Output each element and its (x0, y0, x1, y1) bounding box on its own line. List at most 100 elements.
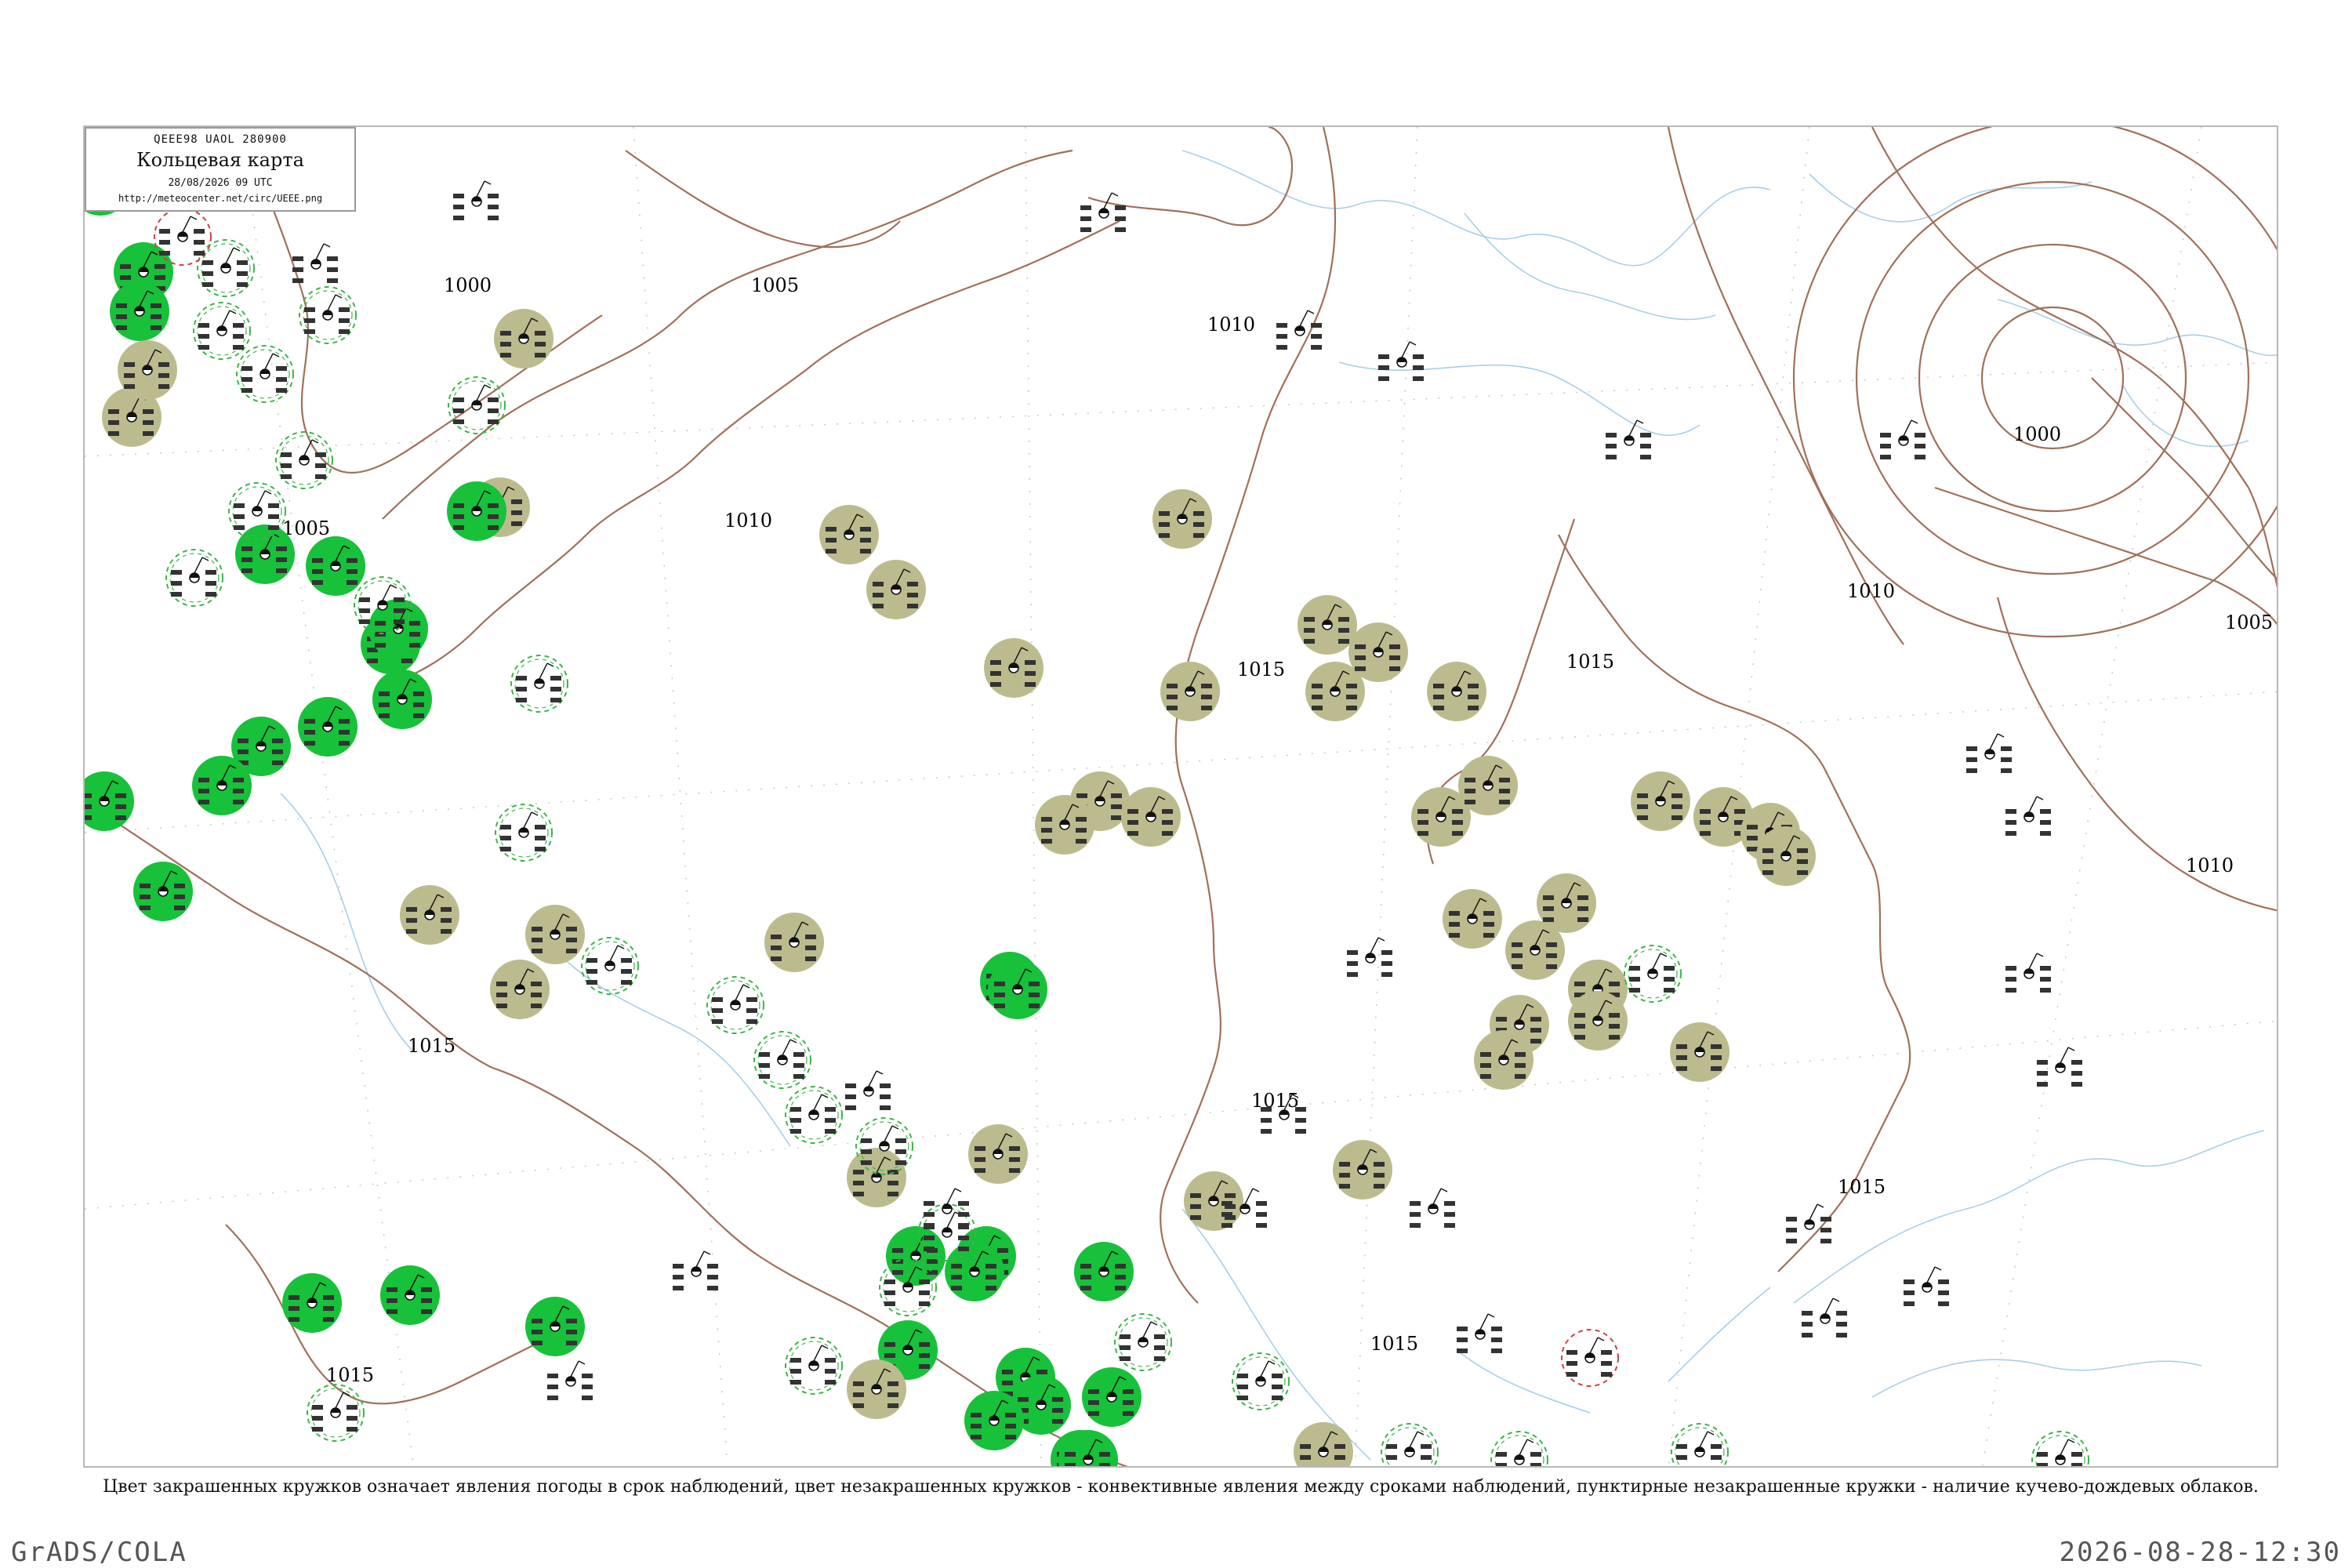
station-value-tick (746, 997, 757, 1002)
station-value-tick (621, 980, 632, 985)
station-value-tick (1261, 1118, 1272, 1123)
station-value-tick (2005, 831, 2016, 836)
station-value-tick (453, 408, 464, 413)
station-value-tick (1468, 684, 1479, 688)
station-value-tick (884, 1290, 895, 1295)
wind-barb-feather (1832, 1298, 1840, 1302)
station-value-tick (1468, 706, 1479, 710)
graticule-line (241, 127, 415, 1466)
wind-barb (946, 1188, 956, 1205)
station-value-tick (826, 538, 837, 543)
isobar-label: 1015 (326, 1364, 374, 1386)
station-value-tick (1389, 655, 1400, 660)
legend-date: 28/08/2026 09 UTC (168, 177, 273, 189)
coastline-path (1456, 1349, 1591, 1414)
station-value-tick (1836, 1333, 1847, 1338)
station-value-tick (924, 1201, 935, 1206)
station-value-tick (1762, 870, 1773, 875)
wind-barb (221, 310, 230, 327)
station-value-tick (860, 549, 871, 554)
station-value-tick (1088, 1389, 1099, 1394)
wind-barb-feather (954, 1188, 962, 1192)
station-value-tick (1512, 942, 1523, 947)
wind-barb (264, 353, 274, 370)
station-value-tick (1338, 628, 1349, 633)
station-value-tick (1574, 1035, 1585, 1040)
wind-barb (182, 216, 191, 233)
station-value-tick (1530, 1028, 1541, 1033)
station-value-tick (1193, 522, 1204, 527)
station-value-tick (233, 323, 244, 328)
station-value-tick (85, 793, 92, 798)
station-value-tick (1449, 911, 1460, 916)
station-value-tick (1499, 778, 1510, 782)
station-value-tick (268, 514, 279, 519)
station-value-tick (488, 216, 499, 220)
station-value-tick (1162, 809, 1173, 814)
station-value-tick (1417, 820, 1428, 825)
station-value-tick (759, 1074, 770, 1079)
wind-barb-feather (1997, 733, 2005, 738)
station-value-tick (1417, 809, 1428, 814)
station-value-tick (1711, 1044, 1722, 1049)
station-value-tick (919, 1364, 930, 1369)
station-value-tick (413, 713, 424, 718)
footer-software-label: GrADS/COLA (11, 1537, 187, 1568)
wind-barb (735, 984, 744, 1001)
station-value-tick (1276, 334, 1287, 339)
station-value-tick (1530, 1452, 1541, 1457)
station-value-tick (453, 194, 464, 198)
station-value-tick (1389, 666, 1400, 671)
station-value-tick (2071, 1452, 2082, 1457)
station-value-tick (1374, 1162, 1385, 1167)
station-marker (1537, 873, 1596, 933)
station-value-tick (198, 789, 209, 793)
station-value-tick (171, 570, 182, 575)
station-marker (1966, 733, 2012, 773)
station-value-tick (151, 325, 162, 330)
station-value-tick (268, 503, 279, 508)
station-value-tick (884, 1342, 895, 1347)
station-marker (236, 345, 294, 403)
station-value-tick (1009, 1168, 1020, 1173)
station-value-tick (1433, 695, 1444, 699)
wind-barb (315, 243, 325, 260)
station-value-tick (174, 895, 185, 899)
isobar-label: 1005 (2225, 612, 2273, 633)
station-value-tick (1606, 444, 1617, 448)
station-value-tick (413, 691, 424, 696)
station-value-tick (2037, 1071, 2048, 1076)
station-value-tick (1637, 815, 1648, 820)
station-value-tick (1099, 1452, 1110, 1457)
station-marker (1080, 192, 1126, 232)
station-value-tick (1640, 433, 1651, 437)
isobar-label: 1010 (724, 510, 772, 532)
wind-barb (1370, 937, 1379, 954)
station-value-tick (1300, 1466, 1311, 1468)
wind-barb-feather (1440, 1188, 1448, 1192)
station-marker (510, 655, 568, 713)
station-value-tick (339, 719, 350, 724)
station-marker (1631, 771, 1690, 831)
station-value-tick (1162, 820, 1173, 825)
station-value-tick (116, 325, 127, 330)
station-value-tick (500, 331, 511, 336)
station-value-tick (1700, 809, 1711, 814)
station-value-tick (1076, 793, 1087, 798)
station-value-tick (1272, 1385, 1283, 1389)
station-value-tick (895, 1138, 906, 1143)
station-value-tick (1080, 1264, 1091, 1269)
station-value-tick (1256, 1212, 1267, 1217)
station-value-tick (1880, 444, 1891, 448)
wind-barb-feather (484, 180, 492, 185)
station-marker (984, 638, 1044, 698)
station-value-tick (453, 525, 464, 530)
station-value-tick (884, 1353, 895, 1358)
station-value-tick (566, 1319, 577, 1323)
station-marker (192, 756, 252, 815)
station-value-tick (1346, 695, 1357, 699)
station-value-tick (884, 1301, 895, 1306)
station-value-tick (453, 216, 464, 220)
station-value-tick (347, 558, 358, 563)
station-value-tick (1915, 433, 1926, 437)
